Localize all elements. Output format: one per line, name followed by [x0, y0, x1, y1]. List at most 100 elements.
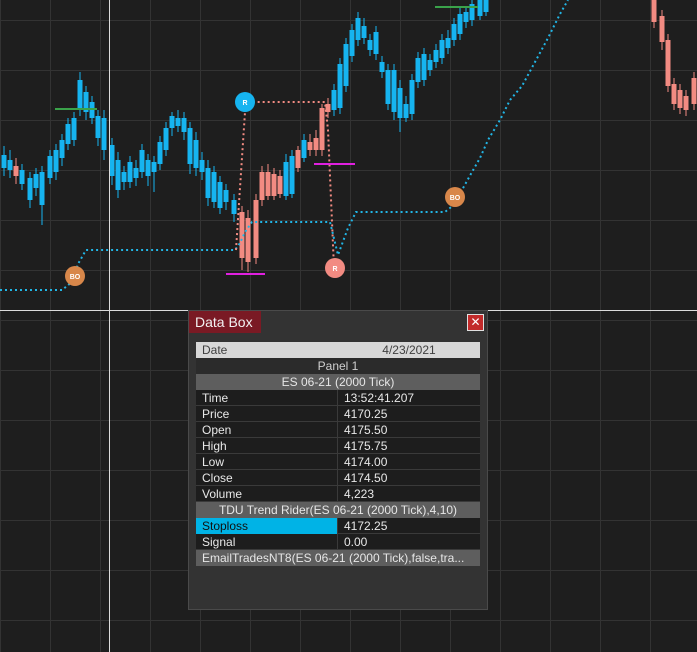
candle-body: [259, 172, 265, 200]
row-value: 0.00: [344, 535, 368, 549]
candle-body: [379, 62, 385, 72]
table-row: High 4175.75: [196, 438, 480, 454]
table-row: Time 13:52:41.207: [196, 390, 480, 406]
candle-body: [27, 178, 33, 200]
row-value: 4175.50: [344, 423, 388, 437]
row-label: Open: [196, 422, 338, 438]
table-row: Volume 4,223: [196, 486, 480, 502]
candle-body: [397, 88, 403, 118]
row-label: Close: [196, 470, 338, 486]
row-label: Volume: [196, 486, 338, 502]
candle-body: [71, 118, 77, 140]
candle-body: [307, 142, 313, 150]
candle-body: [59, 140, 65, 158]
candle-body: [169, 116, 175, 128]
row-label: Stoploss: [196, 518, 338, 534]
breakout-marker-left[interactable]: BO: [65, 266, 85, 286]
indicator-header: TDU Trend Rider(ES 06-21 (2000 Tick),4,1…: [196, 502, 480, 518]
row-label: Signal: [196, 534, 338, 550]
candle-body: [175, 118, 181, 126]
candle-body: [665, 40, 671, 86]
candle-body: [289, 156, 295, 194]
table-row: Close 4174.50: [196, 470, 480, 486]
date-value: 4/23/2021: [382, 343, 436, 357]
breakout-marker-right[interactable]: BO: [445, 187, 465, 207]
panel-label: Panel 1: [317, 359, 359, 373]
candle-body: [217, 182, 223, 208]
candle-body: [483, 0, 489, 12]
reversal-marker-label: R: [332, 266, 337, 273]
candle-body: [139, 150, 145, 172]
candle-body: [223, 190, 229, 202]
candle-body: [127, 162, 133, 182]
table-row: Price 4170.25: [196, 406, 480, 422]
candle-body: [271, 174, 277, 196]
instrument-header: ES 06-21 (2000 Tick): [196, 374, 480, 390]
row-value: 4,223: [344, 487, 375, 501]
candle-body: [181, 118, 187, 132]
candle-body: [409, 80, 415, 114]
breakout-marker-label: BO: [450, 195, 461, 202]
candle-body: [451, 24, 457, 40]
candle-body: [211, 172, 217, 202]
reversal-marker-top[interactable]: R: [235, 92, 255, 112]
candle-body: [439, 40, 445, 58]
candle-body: [121, 172, 127, 182]
candle-body: [13, 166, 19, 176]
candle-body: [671, 84, 677, 104]
candle-body: [295, 150, 301, 168]
date-label: Date: [202, 343, 228, 357]
candle-body: [253, 200, 259, 258]
strategy-header: EmailTradesNT8(ES 06-21 (2000 Tick),fals…: [196, 550, 480, 566]
candle-body: [343, 44, 349, 86]
candle-body: [77, 80, 83, 108]
candle-body: [39, 172, 45, 205]
row-value: 4170.25: [344, 407, 388, 421]
candle-body: [163, 128, 169, 150]
candle-body: [433, 50, 439, 62]
row-value: 4174.00: [344, 455, 388, 469]
table-row: Low 4174.00: [196, 454, 480, 470]
data-box-title[interactable]: Data Box: [189, 311, 261, 333]
candle-body: [313, 138, 319, 150]
indicator-label: TDU Trend Rider(ES 06-21 (2000 Tick),4,1…: [218, 503, 458, 517]
candle-body: [7, 160, 13, 170]
table-row[interactable]: Stoploss 4172.25: [196, 518, 480, 534]
candle-body: [373, 32, 379, 54]
candle-body: [101, 118, 107, 150]
candle-body: [463, 12, 469, 22]
table-row[interactable]: Signal 0.00: [196, 534, 480, 550]
date-row: Date 4/23/2021: [196, 342, 480, 358]
candle-body: [65, 124, 71, 144]
candle-body: [245, 218, 251, 262]
candle-body: [319, 108, 325, 150]
candle-body: [659, 16, 665, 42]
reversal-marker-bottom[interactable]: R: [325, 258, 345, 278]
row-label: High: [196, 438, 338, 454]
close-icon[interactable]: ✕: [467, 314, 484, 331]
candle-body: [53, 150, 59, 172]
candle-body: [361, 26, 367, 38]
candle-body: [199, 160, 205, 172]
candle-body: [33, 174, 39, 188]
candle-body: [1, 155, 7, 168]
candle-body: [367, 40, 373, 50]
reversal-marker-label: R: [242, 100, 247, 107]
candle-body: [683, 96, 689, 110]
candle-body: [445, 38, 451, 48]
candle-body: [331, 90, 337, 110]
candle-body: [95, 116, 101, 138]
instrument-label: ES 06-21 (2000 Tick): [281, 375, 395, 389]
candle-body: [457, 14, 463, 34]
candle-body: [677, 90, 683, 108]
data-box-window[interactable]: Data Box ✕ Date 4/23/2021 Panel 1 ES 06-…: [188, 310, 488, 610]
row-value: 13:52:41.207: [344, 391, 415, 405]
data-box-grid: Date 4/23/2021 Panel 1 ES 06-21 (2000 Ti…: [196, 342, 480, 566]
candle-body: [651, 0, 657, 22]
candle-body: [265, 172, 271, 196]
candle-body: [157, 142, 163, 164]
breakout-marker-label: BO: [70, 274, 81, 281]
candle-body: [301, 140, 307, 158]
candle-body: [205, 168, 211, 198]
candle-body: [337, 64, 343, 108]
